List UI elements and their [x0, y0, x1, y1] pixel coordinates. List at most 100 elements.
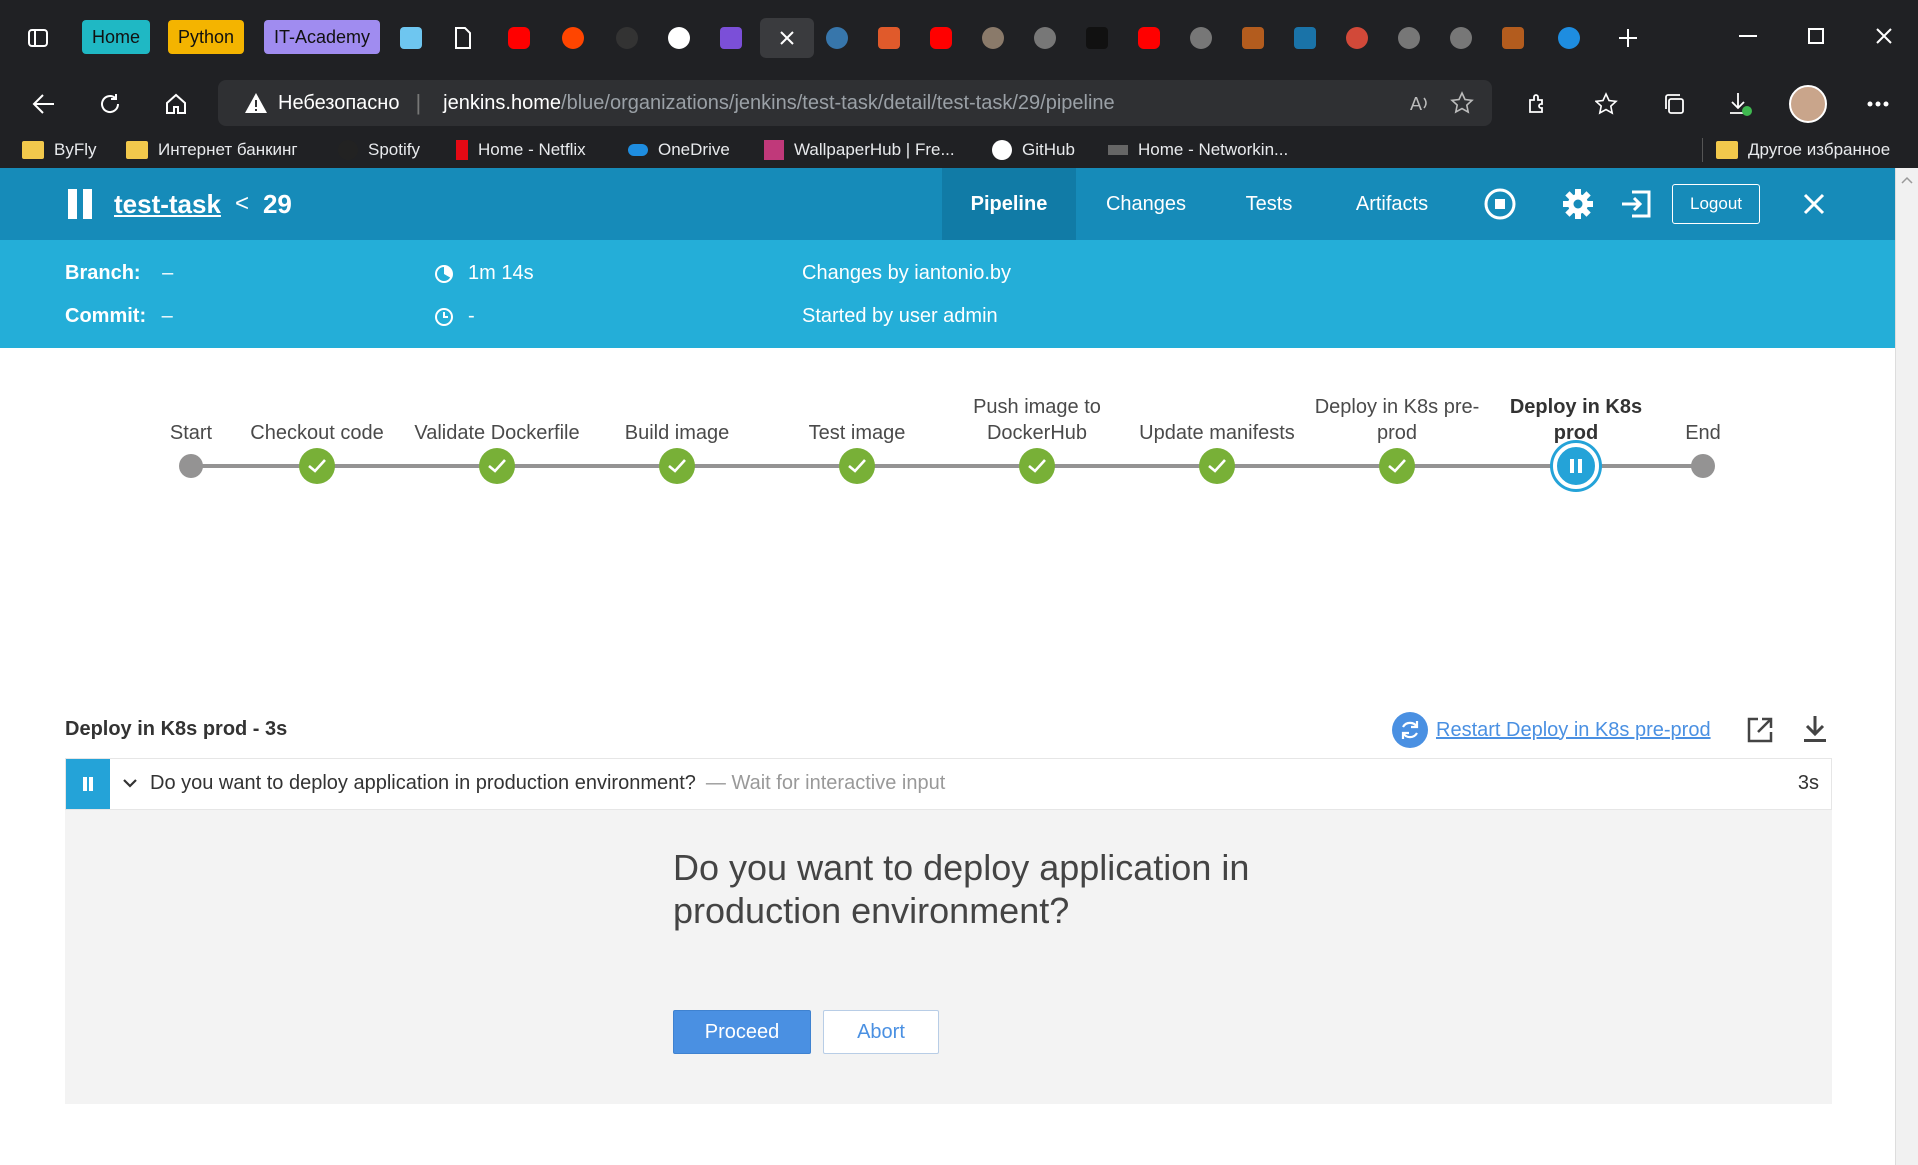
tab-favicon[interactable] [396, 18, 426, 58]
tab-stackoverflow-icon[interactable] [1498, 18, 1528, 58]
bookmark-byfly[interactable]: ByFly [22, 136, 97, 164]
url-field[interactable]: Небезопасно | jenkins.home/blue/organiza… [218, 80, 1492, 126]
chevron-down-icon[interactable] [122, 774, 138, 797]
new-tab-icon[interactable] [1610, 18, 1646, 58]
step-panel-title: Deploy in K8s prod - 3s [65, 718, 288, 740]
input-request-panel: Do you want to deploy application in pro… [65, 810, 1832, 1104]
stage-success-check-icon[interactable] [479, 448, 515, 484]
favorites-icon[interactable] [1588, 84, 1628, 124]
bookmark-onedrive[interactable]: OneDrive [628, 136, 730, 164]
close-window-icon[interactable] [1864, 16, 1904, 56]
stage-paused-icon[interactable] [1553, 443, 1599, 489]
tab-group-it-academy[interactable]: IT-Academy [264, 20, 381, 54]
exit-classic-icon[interactable] [1618, 186, 1654, 222]
tab-group-python[interactable]: Python [168, 20, 245, 54]
commit-value: – [161, 305, 173, 327]
tab-medium-icon[interactable] [1082, 18, 1112, 58]
proceed-button[interactable]: Proceed [673, 1010, 811, 1054]
refresh-icon[interactable] [90, 84, 130, 124]
folder-icon [1716, 141, 1738, 159]
page-scrollbar[interactable] [1895, 168, 1918, 1165]
step-row[interactable]: Do you want to deploy application in pro… [65, 758, 1832, 810]
stage-label-update-manifests[interactable]: Update manifests [1132, 420, 1302, 446]
bookmark-spotify[interactable]: Spotify [338, 136, 420, 164]
tab-changes[interactable]: Changes [1090, 168, 1202, 240]
settings-gear-icon[interactable] [1560, 186, 1596, 222]
stage-label-push-image-to-dockerhub[interactable]: Push image to DockerHub [952, 394, 1122, 446]
tab-pipeline[interactable]: Pipeline [942, 168, 1076, 240]
tab-artifacts[interactable]: Artifacts [1336, 168, 1448, 240]
open-in-new-window-icon[interactable] [1746, 716, 1774, 749]
tab-favicon[interactable] [978, 18, 1008, 58]
tab-youtube-icon[interactable] [504, 18, 534, 58]
stage-label-build-image[interactable]: Build image [592, 420, 762, 446]
abort-button[interactable]: Abort [823, 1010, 939, 1054]
bookmark-other-favorites[interactable]: Другое избранное [1716, 136, 1890, 164]
duration-value: 1m 14s [468, 262, 534, 284]
browser-tab-bar: Home Python IT-Academy [0, 0, 1918, 74]
downloads-icon[interactable] [1720, 84, 1760, 124]
tab-stackoverflow-icon[interactable] [1238, 18, 1268, 58]
tab-actions-icon[interactable] [20, 18, 56, 58]
stage-label-test-image[interactable]: Test image [772, 420, 942, 446]
download-log-icon[interactable] [1802, 714, 1828, 749]
stage-connector [1397, 464, 1576, 468]
tab-reddit-icon[interactable] [558, 18, 588, 58]
more-menu-icon[interactable] [1858, 84, 1898, 124]
tab-google-icon[interactable] [1030, 18, 1060, 58]
stage-success-check-icon[interactable] [1379, 448, 1415, 484]
add-favorite-icon[interactable] [1450, 91, 1474, 120]
changes-by: Changes by iantonio.by [802, 262, 1012, 284]
tab-favicon[interactable] [874, 18, 904, 58]
logout-button[interactable]: Logout [1672, 184, 1760, 224]
stage-success-check-icon[interactable] [1199, 448, 1235, 484]
stage-label-checkout-code[interactable]: Checkout code [232, 420, 402, 446]
stage-success-check-icon[interactable] [1019, 448, 1055, 484]
read-aloud-icon[interactable]: A [1410, 92, 1432, 119]
stage-success-check-icon[interactable] [299, 448, 335, 484]
onedrive-icon [628, 144, 648, 156]
stage-label-deploy-in-k8s-pre-prod[interactable]: Deploy in K8s pre-prod [1312, 394, 1482, 446]
clock-icon [435, 307, 453, 326]
tab-jenkins-icon[interactable] [1342, 18, 1372, 58]
profile-avatar[interactable] [1788, 84, 1828, 124]
extensions-icon[interactable] [1518, 84, 1558, 124]
tab-python-icon[interactable] [822, 18, 852, 58]
tab-github-icon[interactable] [612, 18, 642, 58]
bookmark-github[interactable]: GitHub [992, 136, 1075, 164]
tab-list-icon[interactable] [716, 18, 746, 58]
bookmark-wallpaperhub[interactable]: WallpaperHub | Fre... [764, 136, 955, 164]
duration-field: 1m 14s [434, 262, 534, 285]
stage-success-check-icon[interactable] [659, 448, 695, 484]
tab-youtube-icon[interactable] [926, 18, 956, 58]
tab-group-home[interactable]: Home [82, 20, 151, 54]
bookmark-networking[interactable]: Home - Networkin... [1108, 136, 1288, 164]
restart-stage-link[interactable]: Restart Deploy in K8s pre-prod [1392, 712, 1711, 748]
paused-status-icon [68, 189, 92, 219]
tab-onedrive-icon[interactable] [1554, 18, 1584, 58]
security-warning[interactable]: Небезопасно [244, 92, 399, 115]
tab-google-icon[interactable] [1446, 18, 1476, 58]
tab-google-icon[interactable] [1394, 18, 1424, 58]
bookmark-internet-banking[interactable]: Интернет банкинг [126, 136, 298, 164]
stage-success-check-icon[interactable] [839, 448, 875, 484]
bookmark-netflix[interactable]: Home - Netflix [456, 136, 586, 164]
tab-page-icon[interactable] [448, 18, 478, 58]
tab-tests[interactable]: Tests [1220, 168, 1318, 240]
tab-github-icon[interactable] [664, 18, 694, 58]
home-icon[interactable] [156, 84, 196, 124]
job-name-link[interactable]: test-task [114, 189, 221, 220]
step-message: Do you want to deploy application in pro… [150, 772, 696, 794]
close-icon[interactable] [1796, 186, 1832, 222]
tab-youtube-icon[interactable] [1134, 18, 1164, 58]
back-icon[interactable] [24, 84, 64, 124]
maximize-icon[interactable] [1796, 16, 1836, 56]
tab-code-icon[interactable] [1290, 18, 1320, 58]
tab-google-icon[interactable] [1186, 18, 1216, 58]
collections-icon[interactable] [1654, 84, 1694, 124]
tab-active-close[interactable] [760, 18, 814, 58]
minimize-icon[interactable] [1728, 16, 1768, 56]
cisco-icon [1108, 145, 1128, 155]
stop-run-icon[interactable] [1482, 186, 1518, 222]
stage-label-validate-dockerfile[interactable]: Validate Dockerfile [412, 420, 582, 446]
